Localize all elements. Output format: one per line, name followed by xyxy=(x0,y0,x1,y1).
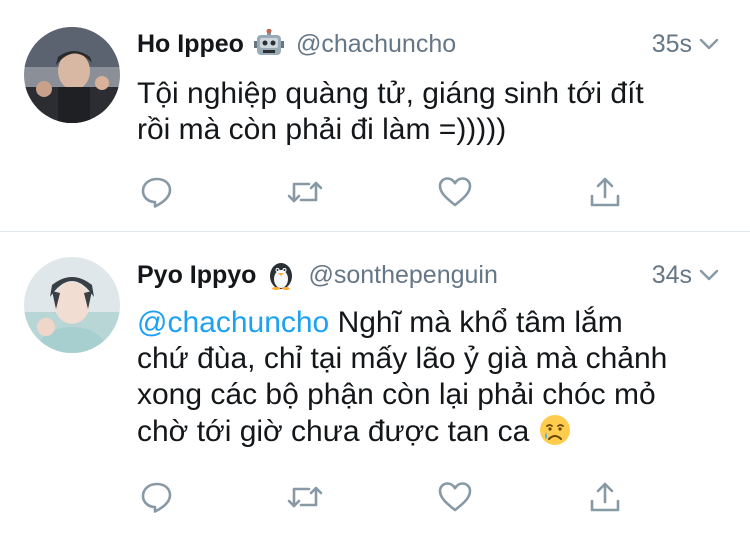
retweet-button[interactable] xyxy=(285,477,325,517)
chevron-down-icon[interactable] xyxy=(698,264,720,286)
retweet-icon xyxy=(287,486,323,508)
avatar[interactable] xyxy=(24,257,120,353)
share-icon xyxy=(590,177,620,207)
like-button[interactable] xyxy=(435,172,475,212)
share-button[interactable] xyxy=(585,477,625,517)
tweet-header: Ho Ippeo @chachuncho 35s xyxy=(137,26,720,62)
penguin-emoji xyxy=(266,260,296,290)
reply-button[interactable] xyxy=(137,477,177,517)
tweet-text-line: @chachuncho Nghĩ mà khổ tâm lắm xyxy=(137,306,623,339)
tweet-divider xyxy=(0,231,750,232)
share-icon xyxy=(590,482,620,512)
retweet-button[interactable] xyxy=(285,172,325,212)
user-handle[interactable]: @chachuncho xyxy=(296,30,456,59)
display-name[interactable]: Ho Ippeo xyxy=(137,30,244,59)
tweet-text-line: Tội nghiệp quàng tử, giáng sinh tới đít xyxy=(137,77,644,110)
tweet-text: Tội nghiệp quàng tử, giáng sinh tới đít … xyxy=(137,76,717,148)
share-button[interactable] xyxy=(585,172,625,212)
reply-icon xyxy=(141,482,172,513)
timestamp[interactable]: 35s xyxy=(652,30,692,59)
like-button[interactable] xyxy=(435,477,475,517)
display-name[interactable]: Pyo Ippyo xyxy=(137,261,256,290)
tweet-header: Pyo Ippyo @sonthepenguin 34s xyxy=(137,257,720,293)
tweet-text-line: xong các bộ phận còn lại phải chóc mỏ xyxy=(137,378,656,411)
crying-face-emoji xyxy=(538,413,572,447)
user-handle[interactable]: @sonthepenguin xyxy=(308,261,497,290)
reply-icon xyxy=(141,177,172,208)
avatar[interactable] xyxy=(24,27,120,123)
retweet-icon xyxy=(287,181,323,203)
chevron-down-icon[interactable] xyxy=(698,33,720,55)
tweet-1[interactable]: Ho Ippeo @chachuncho 35s Tội nghiệp quàn… xyxy=(0,0,750,232)
mention-link[interactable]: @chachuncho xyxy=(137,306,329,339)
tweet-2[interactable]: Pyo Ippyo @sonthepenguin 34s @chachuncho… xyxy=(0,233,750,534)
like-icon xyxy=(438,177,472,207)
tweet-text-line: chứ đùa, chỉ tại mấy lão ỷ già mà chảnh xyxy=(137,342,668,375)
tweet-text: @chachuncho Nghĩ mà khổ tâm lắm chứ đùa,… xyxy=(137,305,717,450)
reply-button[interactable] xyxy=(137,172,177,212)
tweet-actions xyxy=(137,172,637,212)
like-icon xyxy=(438,482,472,512)
tweet-text-line: chờ tới giờ chưa được tan ca xyxy=(137,413,717,450)
timestamp[interactable]: 34s xyxy=(652,261,692,290)
tweet-actions xyxy=(137,477,637,517)
tweet-text-line: rồi mà còn phải đi làm =))))) xyxy=(137,113,507,146)
robot-face-emoji xyxy=(253,28,284,59)
